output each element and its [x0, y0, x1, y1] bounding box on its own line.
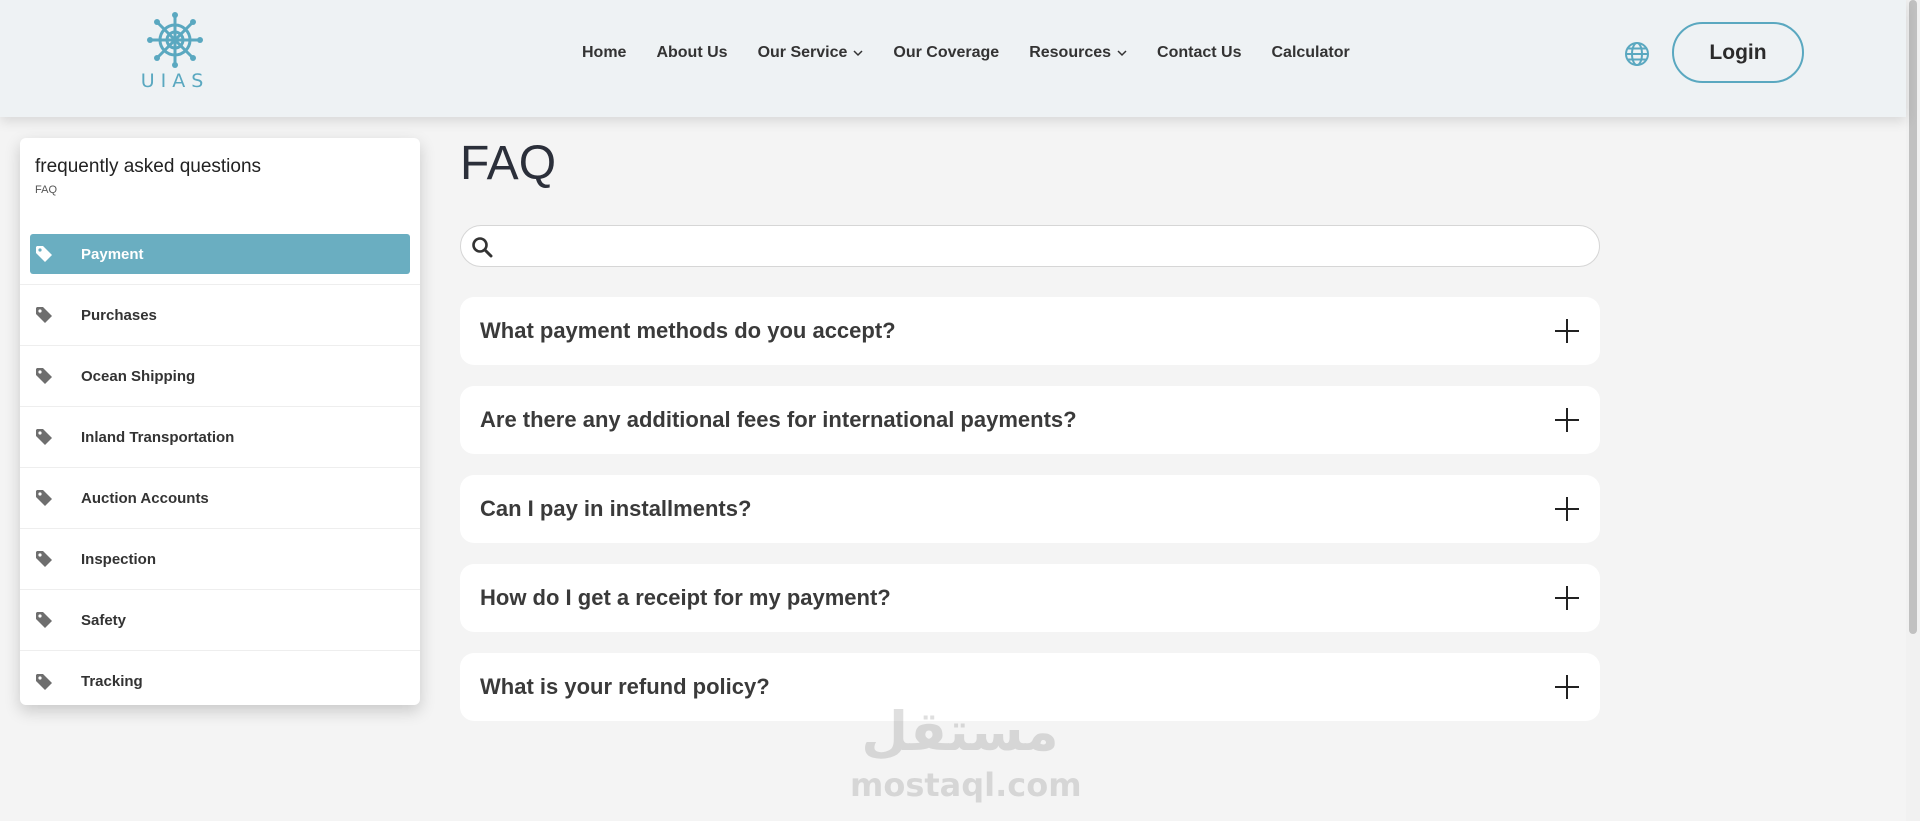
plus-icon[interactable]: [1554, 496, 1580, 522]
nav-our-service-label: Our Service: [757, 44, 848, 61]
category-label: Tracking: [81, 673, 143, 690]
category-ocean-shipping[interactable]: Ocean Shipping: [20, 346, 420, 407]
faq-question: Can I pay in installments?: [480, 496, 752, 521]
tag-icon: [36, 612, 52, 628]
faq-question: What payment methods do you accept?: [480, 318, 896, 343]
nav-our-coverage-label: Our Coverage: [893, 44, 1000, 61]
tag-icon: [36, 307, 52, 323]
scrollbar[interactable]: [1906, 0, 1920, 821]
watermark: مستقل mostaql.com: [850, 700, 1082, 810]
logo[interactable]: UIAS: [134, 12, 216, 92]
nav-our-coverage[interactable]: Our Coverage: [893, 44, 999, 62]
faq-item[interactable]: How do I get a receipt for my payment?: [460, 564, 1600, 632]
nav-calculator[interactable]: Calculator: [1271, 44, 1349, 62]
page-title: FAQ: [460, 137, 557, 190]
tag-icon: [36, 246, 52, 262]
nav-about-us[interactable]: About Us: [656, 44, 727, 62]
tag-icon: [36, 490, 52, 506]
site-header: UIAS Home About Us Our Service Our Cover…: [0, 0, 1906, 117]
category-label: Auction Accounts: [81, 489, 209, 507]
plus-icon[interactable]: [1554, 585, 1580, 611]
category-label: Ocean Shipping: [81, 367, 196, 385]
watermark-arabic: مستقل: [861, 700, 1059, 763]
category-row: Payment: [20, 224, 420, 285]
category-purchases[interactable]: Purchases: [20, 285, 420, 346]
plus-icon[interactable]: [1554, 674, 1580, 700]
faq-question: How do I get a receipt for my payment?: [480, 585, 891, 610]
scrollbar-thumb[interactable]: [1909, 0, 1917, 634]
nav-contact-us[interactable]: Contact Us: [1157, 44, 1241, 62]
nav-home[interactable]: Home: [582, 44, 626, 62]
plus-icon[interactable]: [1554, 407, 1580, 433]
search-input[interactable]: [503, 232, 1583, 262]
watermark-domain: mostaql.com: [850, 766, 1082, 804]
breadcrumb: FAQ: [35, 184, 58, 196]
tag-icon: [36, 673, 52, 690]
faq-accordion: What payment methods do you accept? Are …: [460, 297, 1600, 742]
nav-our-service[interactable]: Our Service: [758, 44, 864, 62]
nav-resources[interactable]: Resources: [1029, 44, 1127, 62]
login-button[interactable]: Login: [1672, 22, 1804, 83]
nav-calculator-label: Calculator: [1271, 44, 1350, 61]
search-icon: [472, 237, 493, 258]
faq-question: Are there any additional fees for intern…: [480, 407, 1077, 432]
category-label: Purchases: [81, 306, 157, 324]
sidebar-title: frequently asked questions: [35, 156, 262, 177]
nav-contact-label: Contact Us: [1157, 44, 1242, 61]
category-tracking[interactable]: Tracking: [20, 651, 420, 712]
globe-icon[interactable]: [1624, 41, 1650, 67]
nav-resources-label: Resources: [1029, 44, 1112, 61]
category-inspection[interactable]: Inspection: [20, 529, 420, 590]
faq-item[interactable]: What payment methods do you accept?: [460, 297, 1600, 365]
faq-item[interactable]: Can I pay in installments?: [460, 475, 1600, 543]
nav-about-label: About Us: [656, 44, 728, 61]
category-label: Inspection: [81, 550, 157, 568]
category-payment[interactable]: Payment: [30, 234, 410, 274]
plus-icon[interactable]: [1554, 318, 1580, 344]
faq-search: [460, 225, 1600, 267]
logo-text: UIAS: [140, 70, 210, 92]
faq-item[interactable]: Are there any additional fees for intern…: [460, 386, 1600, 454]
category-label: Inland Transportation: [81, 428, 235, 446]
category-safety[interactable]: Safety: [20, 590, 420, 651]
category-label: Safety: [81, 611, 127, 629]
chevron-down-icon: [1117, 50, 1127, 57]
category-inland-transportation[interactable]: Inland Transportation: [20, 407, 420, 468]
main-nav: Home About Us Our Service Our Coverage R…: [582, 44, 1380, 62]
category-list: Payment Purchases Ocean Shipping Inland …: [20, 224, 420, 712]
ship-wheel-icon: [147, 12, 203, 68]
tag-icon: [36, 368, 52, 384]
faq-question: What is your refund policy?: [480, 674, 770, 699]
category-label: Payment: [81, 245, 144, 263]
chevron-down-icon: [853, 50, 863, 57]
tag-icon: [36, 551, 52, 567]
category-auction-accounts[interactable]: Auction Accounts: [20, 468, 420, 529]
faq-category-sidebar: frequently asked questions FAQ Payment P…: [20, 138, 420, 705]
nav-home-label: Home: [582, 44, 627, 61]
tag-icon: [36, 429, 52, 445]
